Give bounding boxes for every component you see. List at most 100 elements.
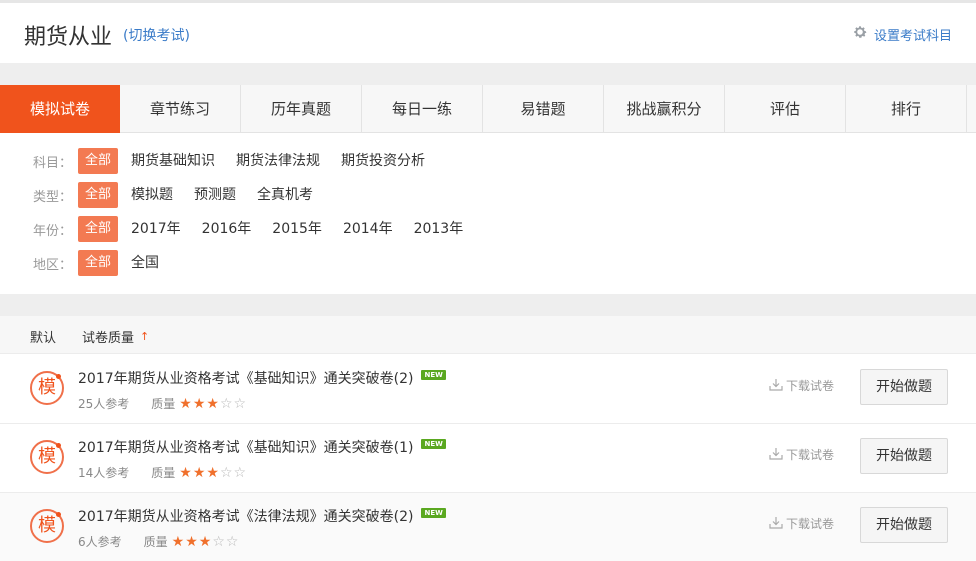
list-item: 模 2017年期货从业资格考试《法律法规》通关突破卷(2) NEW 6人参考 质量… [0, 493, 976, 561]
page-title: 期货从业 [24, 25, 113, 50]
star-filled-icon: ★ [185, 533, 198, 550]
filter-row-region: 地区： 全部 全国 [0, 250, 180, 276]
filter-option-all[interactable]: 全部 [78, 148, 119, 174]
star-empty-icon: ☆ [212, 533, 225, 550]
paper-title-text: 2017年期货从业资格考试《基础知识》通关突破卷(1) [78, 440, 414, 456]
page-header: 期货从业 (切换考试) 设置考试科目 [0, 3, 976, 63]
main-tabs: 模拟试卷 章节练习 历年真题 每日一练 易错题 挑战赢积分 评估 排行 [0, 85, 976, 133]
star-empty-icon: ☆ [225, 533, 239, 550]
settings-link[interactable]: 设置考试科目 [852, 24, 952, 44]
star-filled-icon: ★ [171, 533, 185, 550]
filter-panel: 科目： 全部 期货基础知识 期货法律法规 期货投资分析 类型： 全部 模拟题 预… [0, 134, 976, 294]
section-gap [0, 294, 976, 316]
filter-row-type: 类型： 全部 模拟题 预测题 全真机考 [0, 182, 334, 208]
star-filled-icon: ★ [179, 395, 192, 412]
tab-chapter-practice[interactable]: 章节练习 [120, 85, 241, 133]
filter-label-subject: 科目： [32, 155, 72, 171]
start-practice-button[interactable]: 开始做题 [860, 438, 948, 474]
star-filled-icon: ★ [192, 464, 206, 481]
paper-title-text: 2017年期货从业资格考试《法律法规》通关突破卷(2) [78, 509, 414, 525]
filter-option[interactable]: 2015年 [272, 216, 322, 242]
star-empty-icon: ☆ [233, 464, 247, 481]
star-empty-icon: ☆ [233, 395, 247, 412]
tab-challenge-points[interactable]: 挑战赢积分 [604, 85, 725, 133]
tab-error-prone[interactable]: 易错题 [483, 85, 604, 133]
filter-option[interactable]: 期货法律法规 [236, 148, 320, 174]
paper-title[interactable]: 2017年期货从业资格考试《法律法规》通关突破卷(2) NEW [78, 506, 446, 526]
settings-label: 设置考试科目 [873, 28, 952, 44]
filter-option[interactable]: 模拟题 [131, 182, 173, 208]
filter-option[interactable]: 全国 [131, 250, 159, 276]
mock-badge-icon: 模 [30, 371, 64, 405]
star-filled-icon: ★ [192, 395, 206, 412]
section-gap [0, 63, 976, 85]
start-practice-button[interactable]: 开始做题 [860, 507, 948, 543]
switch-exam-link[interactable]: (切换考试) [123, 25, 190, 45]
filter-label-region: 地区： [32, 257, 72, 273]
quality-rating: ★ ★ ★ ☆ ☆ [179, 397, 246, 411]
mock-badge-icon: 模 [30, 440, 64, 474]
paper-title[interactable]: 2017年期货从业资格考试《基础知识》通关突破卷(1) NEW [78, 437, 446, 457]
sort-bar: 默认 试卷质量 ↑ [0, 316, 976, 354]
new-tag: NEW [421, 508, 446, 518]
tab-past-exams[interactable]: 历年真题 [241, 85, 362, 133]
paper-list: 模 2017年期货从业资格考试《基础知识》通关突破卷(2) NEW 25人参考 质… [0, 355, 976, 561]
sort-quality-label: 试卷质量 [82, 331, 135, 346]
star-filled-icon: ★ [206, 464, 219, 481]
sort-quality[interactable]: 试卷质量 ↑ [82, 327, 149, 346]
paper-meta: 25人参考 质量 ★ ★ ★ ☆ ☆ [78, 395, 246, 412]
paper-title[interactable]: 2017年期货从业资格考试《基础知识》通关突破卷(2) NEW [78, 368, 446, 388]
list-item: 模 2017年期货从业资格考试《基础知识》通关突破卷(1) NEW 14人参考 质… [0, 424, 976, 493]
filter-option[interactable]: 期货投资分析 [341, 148, 425, 174]
tab-daily-practice[interactable]: 每日一练 [362, 85, 483, 133]
download-button[interactable]: 下载试卷 [769, 377, 834, 394]
quality-label: 质量 [143, 535, 168, 549]
paper-title-text: 2017年期货从业资格考试《基础知识》通关突破卷(2) [78, 371, 414, 387]
mock-badge-icon: 模 [30, 509, 64, 543]
sort-default[interactable]: 默认 [30, 327, 56, 346]
download-icon [769, 378, 783, 394]
tab-assessment[interactable]: 评估 [725, 85, 846, 133]
quality-label: 质量 [151, 397, 176, 411]
participant-count: 6人参考 [78, 535, 122, 549]
download-button[interactable]: 下载试卷 [769, 446, 834, 463]
star-empty-icon: ☆ [219, 464, 233, 481]
gear-icon [852, 24, 868, 44]
filter-option-all[interactable]: 全部 [78, 216, 119, 242]
quality-label: 质量 [151, 466, 176, 480]
quality-rating: ★ ★ ★ ☆ ☆ [172, 535, 239, 549]
download-label: 下载试卷 [785, 379, 834, 393]
download-button[interactable]: 下载试卷 [769, 515, 834, 532]
filter-option[interactable]: 全真机考 [257, 182, 313, 208]
filter-option[interactable]: 2016年 [202, 216, 252, 242]
star-filled-icon: ★ [206, 395, 219, 412]
filter-option[interactable]: 期货基础知识 [131, 148, 215, 174]
paper-meta: 14人参考 质量 ★ ★ ★ ☆ ☆ [78, 464, 246, 481]
star-filled-icon: ★ [179, 464, 192, 481]
filter-option[interactable]: 2017年 [131, 216, 181, 242]
paper-meta: 6人参考 质量 ★ ★ ★ ☆ ☆ [78, 533, 238, 550]
filter-row-subject: 科目： 全部 期货基础知识 期货法律法规 期货投资分析 [0, 148, 446, 174]
filter-label-year: 年份： [32, 223, 72, 239]
filter-option[interactable]: 2013年 [414, 216, 464, 242]
tab-mock-papers[interactable]: 模拟试卷 [0, 85, 120, 133]
download-label: 下载试卷 [785, 448, 834, 462]
list-item: 模 2017年期货从业资格考试《基础知识》通关突破卷(2) NEW 25人参考 质… [0, 355, 976, 424]
download-icon [769, 516, 783, 532]
new-tag: NEW [421, 370, 446, 380]
new-tag: NEW [421, 439, 446, 449]
filter-option-all[interactable]: 全部 [78, 182, 119, 208]
filter-option[interactable]: 预测题 [194, 182, 236, 208]
filter-row-year: 年份： 全部 2017年 2016年 2015年 2014年 2013年 [0, 216, 484, 242]
participant-count: 25人参考 [78, 397, 130, 411]
participant-count: 14人参考 [78, 466, 130, 480]
filter-option-all[interactable]: 全部 [78, 250, 119, 276]
filter-option[interactable]: 2014年 [343, 216, 393, 242]
quality-rating: ★ ★ ★ ☆ ☆ [179, 466, 246, 480]
sort-arrow-icon: ↑ [140, 330, 150, 343]
start-practice-button[interactable]: 开始做题 [860, 369, 948, 405]
tab-ranking[interactable]: 排行 [846, 85, 967, 133]
filter-label-type: 类型： [32, 189, 72, 205]
star-filled-icon: ★ [198, 533, 212, 550]
download-label: 下载试卷 [785, 517, 834, 531]
